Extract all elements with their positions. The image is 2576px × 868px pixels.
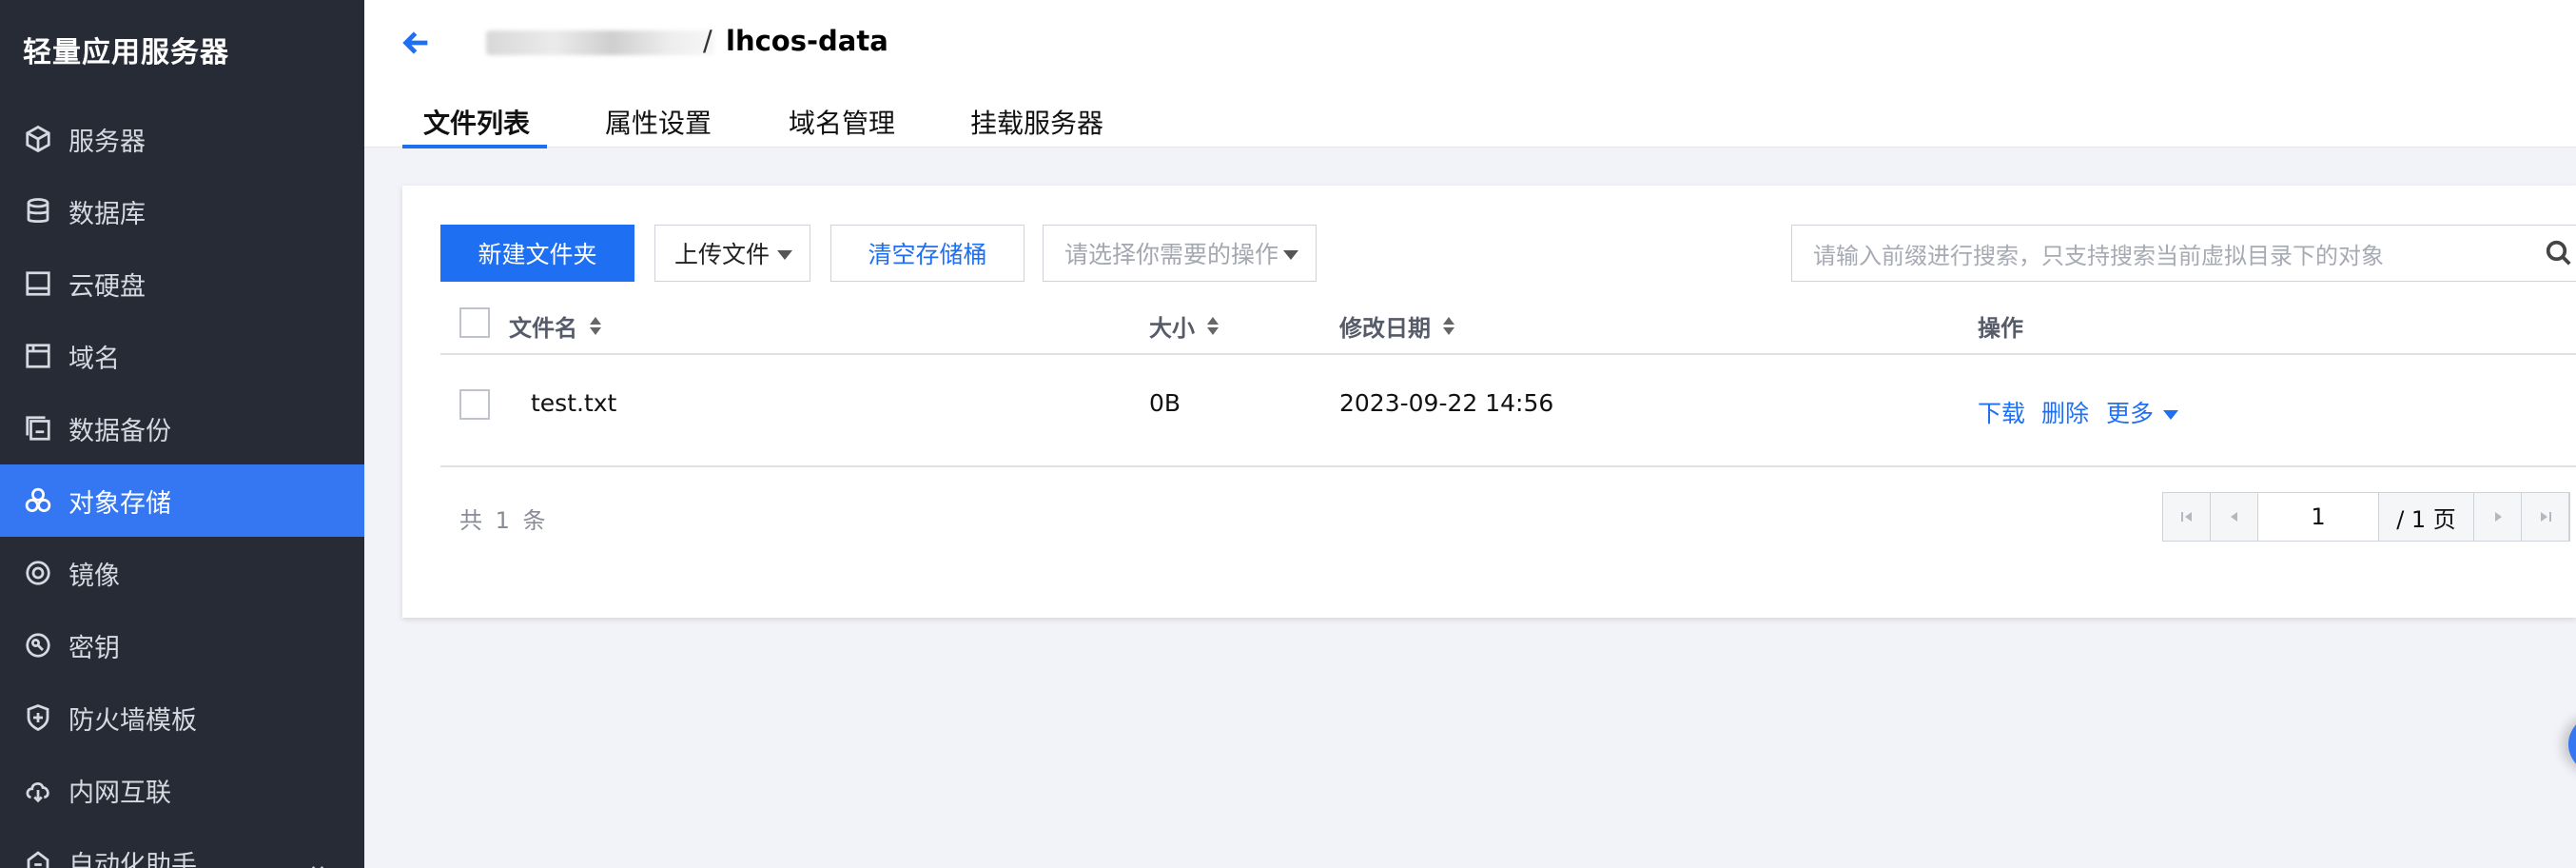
- sidebar-item-firewall-template[interactable]: 防火墙模板: [0, 681, 364, 754]
- breadcrumb-redacted: [486, 30, 714, 55]
- automation-icon: [23, 847, 53, 868]
- more-label: 更多: [2106, 400, 2155, 427]
- sidebar-item-label: 服务器: [68, 127, 146, 157]
- sidebar-item-label: 数据备份: [68, 416, 171, 446]
- pagination: 1 / 1 页: [2162, 492, 2570, 542]
- disk-icon: [23, 268, 53, 299]
- column-header-actions: 操作: [1978, 309, 2023, 343]
- network-icon: [23, 775, 53, 805]
- operation-select[interactable]: 请选择你需要的操作: [1043, 225, 1317, 282]
- last-page-button[interactable]: [2522, 493, 2569, 541]
- breadcrumb-separator: /: [703, 25, 712, 57]
- upload-file-dropdown[interactable]: 上传文件: [654, 225, 810, 282]
- sidebar-item-label: 内网互联: [68, 778, 171, 808]
- sidebar-item-object-storage[interactable]: 对象存储: [0, 464, 364, 537]
- clear-bucket-button[interactable]: 清空存储桶: [830, 225, 1025, 282]
- chevron-down-icon[interactable]: [309, 855, 326, 868]
- cube-icon: [23, 124, 53, 154]
- caret-down-icon: [2163, 410, 2179, 420]
- sidebar-item-label: 防火墙模板: [68, 705, 197, 736]
- sidebar-item-cloud-disk[interactable]: 云硬盘: [0, 247, 364, 320]
- search-input[interactable]: 请输入前缀进行搜索，只支持搜索当前虚拟目录下的对象: [1791, 225, 2576, 282]
- first-page-button[interactable]: [2163, 493, 2211, 541]
- search-icon[interactable]: [2545, 239, 2575, 269]
- sidebar-item-label: 域名: [68, 344, 120, 374]
- sidebar-item-servers[interactable]: 服务器: [0, 103, 364, 175]
- prev-page-button[interactable]: [2211, 493, 2258, 541]
- backup-icon: [23, 413, 53, 444]
- download-link[interactable]: 下载: [1978, 395, 2025, 429]
- sidebar-item-database[interactable]: 数据库: [0, 175, 364, 247]
- sidebar-item-image[interactable]: 镜像: [0, 537, 364, 609]
- search-placeholder: 请输入前缀进行搜索，只支持搜索当前虚拟目录下的对象: [1813, 242, 2384, 269]
- caret-down-icon: [777, 250, 792, 260]
- sidebar-item-label: 数据库: [68, 199, 146, 229]
- operation-select-placeholder: 请选择你需要的操作: [1064, 241, 1279, 268]
- total-count: 共 1 条: [459, 507, 549, 534]
- database-icon: [23, 196, 53, 227]
- last-page-icon: [2540, 512, 2551, 522]
- domain-icon: [23, 341, 53, 371]
- table-row: test.txt 0B 2023-09-22 14:56 下载 删除 更多: [440, 355, 2576, 467]
- key-icon: [23, 630, 53, 661]
- tab-bar: 文件列表 属性设置 域名管理 挂载服务器: [364, 95, 2576, 148]
- page-header: / lhcos-data 文件列表 属性设置 域名管理 挂载服务器: [364, 0, 2576, 148]
- tab-domain-management[interactable]: 域名管理: [789, 103, 895, 148]
- sidebar-item-label: 对象存储: [68, 488, 171, 519]
- floating-help-button[interactable]: [2568, 716, 2576, 773]
- sidebar-item-label: 云硬盘: [68, 271, 146, 302]
- sidebar-item-automation[interactable]: 自动化助手: [0, 826, 364, 868]
- column-label: 操作: [1978, 315, 2023, 342]
- breadcrumb-current: lhcos-data: [726, 25, 888, 57]
- sidebar-item-domain[interactable]: 域名: [0, 320, 364, 392]
- sidebar-item-label: 自动化助手: [68, 850, 197, 868]
- next-page-button[interactable]: [2474, 493, 2522, 541]
- first-page-icon: [2180, 512, 2192, 522]
- file-modified-date: 2023-09-22 14:56: [1339, 389, 1554, 417]
- column-header-filename: 文件名: [509, 309, 602, 343]
- sidebar-item-label: 镜像: [68, 561, 120, 591]
- sort-icon[interactable]: [589, 316, 602, 337]
- delete-link[interactable]: 删除: [2041, 395, 2089, 429]
- total-pages: / 1 页: [2379, 493, 2474, 541]
- active-tab-indicator: [402, 145, 547, 148]
- upload-file-label: 上传文件: [674, 241, 771, 268]
- file-list-panel: 新建文件夹 上传文件 清空存储桶 请选择你需要的操作 请输入前缀进行搜索，只支持…: [402, 186, 2576, 618]
- tab-file-list[interactable]: 文件列表: [423, 103, 530, 148]
- image-icon: [23, 558, 53, 588]
- sidebar-item-backup[interactable]: 数据备份: [0, 392, 364, 464]
- sidebar-item-keys[interactable]: 密钥: [0, 609, 364, 681]
- table-header: 文件名 大小 修改日期 操作: [440, 290, 2576, 355]
- sort-icon[interactable]: [1206, 316, 1220, 337]
- sidebar: 轻量应用服务器 服务器 数据库 云硬盘 域名 数据备份 对象存储 镜像 密钥 防…: [0, 0, 364, 868]
- file-name[interactable]: test.txt: [531, 389, 616, 417]
- prev-page-icon: [2230, 512, 2237, 522]
- select-all-checkbox[interactable]: [459, 307, 490, 338]
- tab-mount-server[interactable]: 挂载服务器: [970, 103, 1103, 148]
- tab-properties[interactable]: 属性设置: [605, 103, 712, 148]
- object-storage-icon: [23, 485, 53, 516]
- file-size: 0B: [1149, 389, 1181, 417]
- app-title: 轻量应用服务器: [23, 36, 229, 69]
- sidebar-item-intranet[interactable]: 内网互联: [0, 754, 364, 826]
- caret-down-icon: [1283, 250, 1298, 260]
- shield-icon: [23, 702, 53, 733]
- more-dropdown[interactable]: 更多: [2106, 395, 2179, 429]
- column-label: 大小: [1149, 315, 1195, 342]
- sidebar-menu: 服务器 数据库 云硬盘 域名 数据备份 对象存储 镜像 密钥 防火墙模板 内网互…: [0, 103, 364, 868]
- next-page-icon: [2494, 512, 2502, 522]
- column-header-modified: 修改日期: [1339, 309, 1455, 343]
- sidebar-item-label: 密钥: [68, 633, 120, 663]
- page-number-input[interactable]: 1: [2258, 493, 2379, 541]
- row-checkbox[interactable]: [459, 389, 490, 420]
- column-label: 修改日期: [1339, 315, 1431, 342]
- sort-icon[interactable]: [1442, 316, 1455, 337]
- column-label: 文件名: [509, 315, 577, 342]
- column-header-size: 大小: [1149, 309, 1220, 343]
- new-folder-button[interactable]: 新建文件夹: [440, 225, 634, 282]
- back-arrow-icon[interactable]: [400, 27, 439, 65]
